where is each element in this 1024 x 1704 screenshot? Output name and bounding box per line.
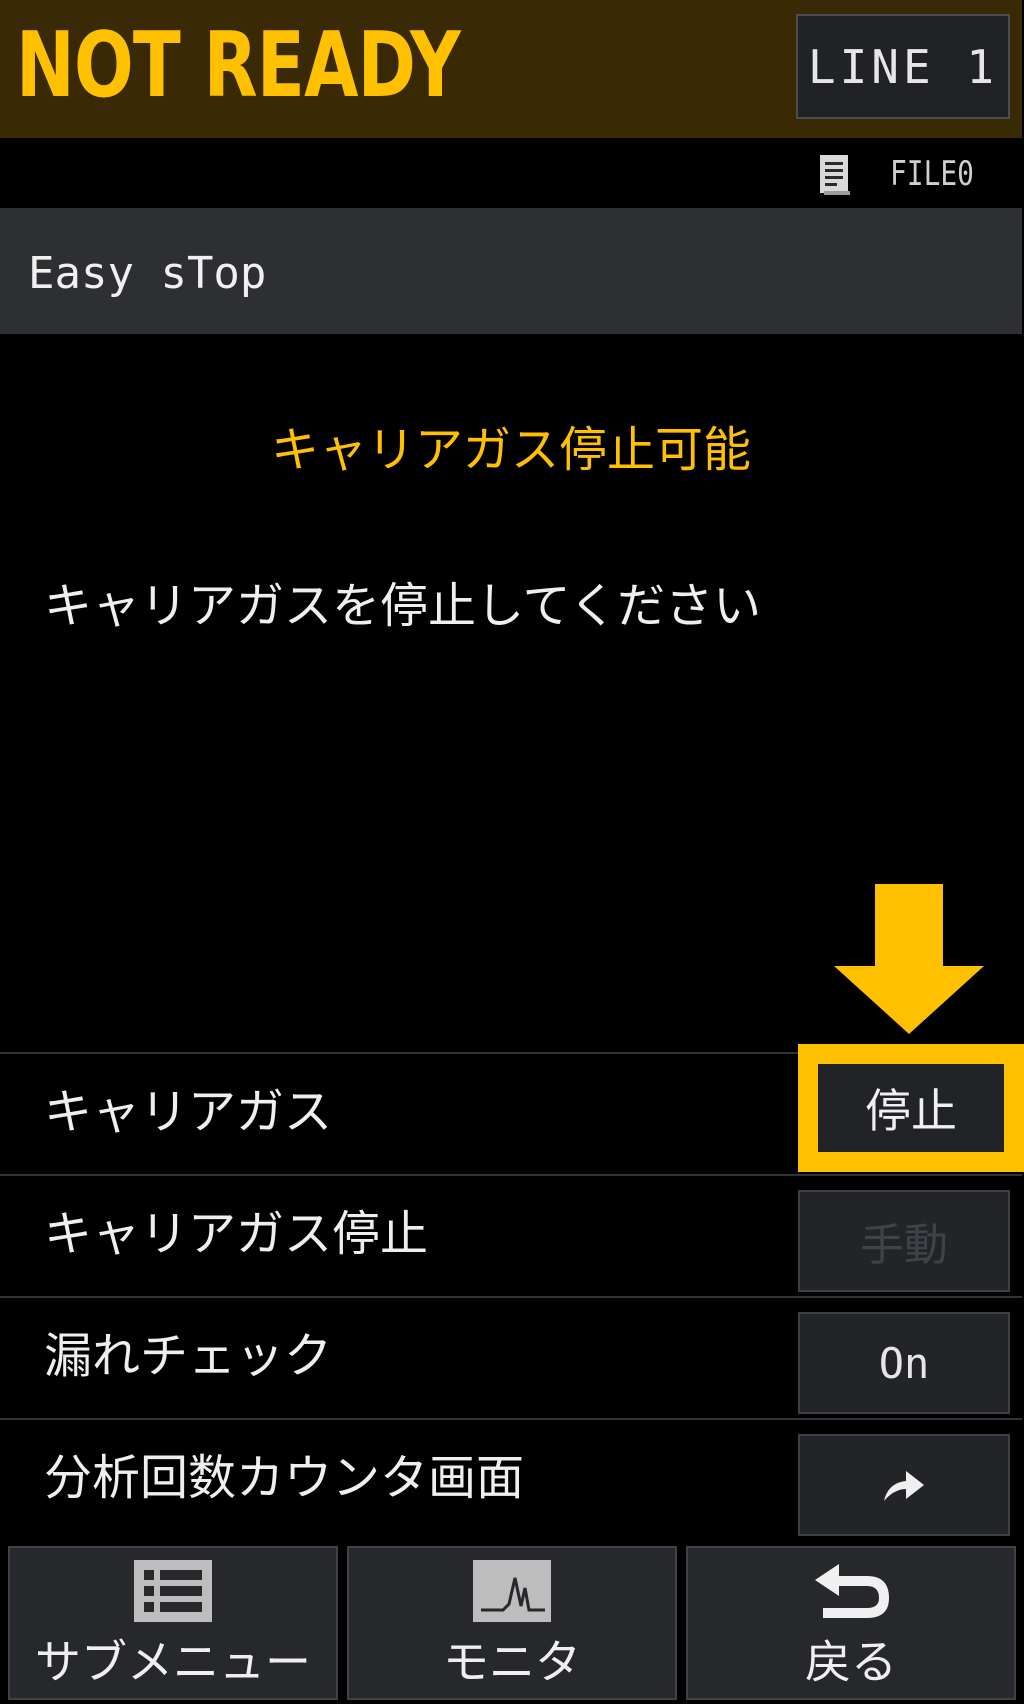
- nav-label: モニタ: [443, 1635, 581, 1689]
- file-icon: [820, 155, 850, 195]
- carrier-gas-stop-button[interactable]: 停止: [818, 1064, 1004, 1152]
- callout-arrow-icon: [834, 884, 984, 1034]
- line-select-button[interactable]: LINE 1: [796, 14, 1010, 119]
- message-body: キャリアガスを停止してください: [44, 578, 762, 634]
- setting-row-analysis-counter: 分析回数カウンタ画面: [0, 1418, 1022, 1536]
- setting-label: 分析回数カウンタ画面: [44, 1450, 525, 1506]
- submenu-button[interactable]: サブメニュー: [8, 1546, 338, 1700]
- list-icon: [134, 1560, 212, 1622]
- back-arrow-icon: [815, 1564, 889, 1618]
- nav-label: 戻る: [805, 1635, 897, 1689]
- page-title: Easy sTop: [28, 248, 267, 299]
- monitor-chart-icon: [473, 1560, 551, 1622]
- analysis-counter-open-button[interactable]: [798, 1434, 1010, 1536]
- nav-label: サブメニュー: [35, 1635, 311, 1689]
- manual-button[interactable]: 手動: [798, 1190, 1010, 1292]
- go-arrow-icon: [884, 1471, 924, 1501]
- setting-label: 漏れチェック: [44, 1328, 333, 1384]
- setting-label: キャリアガス: [44, 1084, 333, 1140]
- file-bar: [0, 138, 1022, 208]
- back-button[interactable]: 戻る: [686, 1546, 1016, 1700]
- file-label: FILE0: [890, 154, 974, 194]
- monitor-button[interactable]: モニタ: [347, 1546, 677, 1700]
- setting-label: キャリアガス停止: [44, 1206, 429, 1262]
- message-heading: キャリアガス停止可能: [270, 422, 751, 478]
- setting-row-carrier-gas-stop: キャリアガス停止 手動: [0, 1174, 1022, 1292]
- setting-row-leak-check: 漏れチェック On: [0, 1296, 1022, 1414]
- status-text: NOT READY: [16, 13, 461, 118]
- leak-check-toggle-button[interactable]: On: [798, 1312, 1010, 1414]
